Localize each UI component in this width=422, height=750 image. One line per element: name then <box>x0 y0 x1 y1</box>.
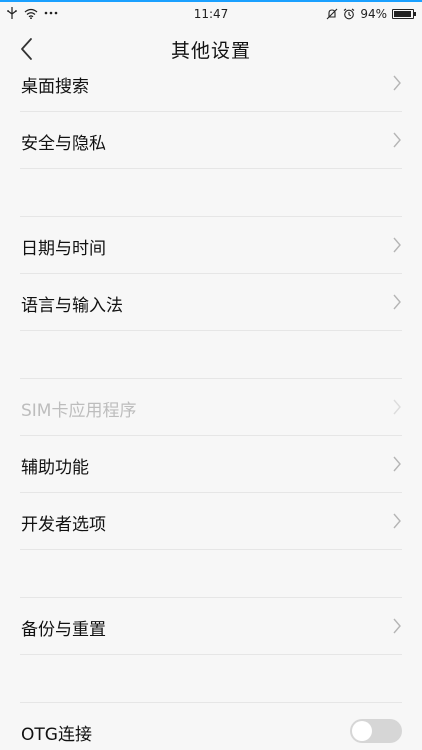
row-security-privacy[interactable]: 安全与隐私 <box>20 112 402 169</box>
row-developer-options[interactable]: 开发者选项 <box>20 493 402 550</box>
row-accessibility[interactable]: 辅助功能 <box>20 436 402 493</box>
row-backup-reset[interactable]: 备份与重置 <box>20 598 402 655</box>
row-label: 安全与隐私 <box>21 134 106 154</box>
section-gap <box>20 331 402 379</box>
battery-fill <box>394 11 411 17</box>
row-label: 辅助功能 <box>21 458 89 478</box>
row-language-input[interactable]: 语言与输入法 <box>20 274 402 331</box>
chevron-right-icon <box>393 618 401 634</box>
chevron-right-icon <box>393 294 401 310</box>
status-bar: 11:47 94% <box>0 0 422 27</box>
mute-icon <box>326 8 338 20</box>
row-label: SIM卡应用程序 <box>21 401 137 421</box>
alarm-icon <box>343 8 355 20</box>
chevron-right-icon <box>393 132 401 148</box>
chevron-right-icon <box>393 237 401 253</box>
settings-screen: 11:47 94% 其他设置 桌面搜索 安全与隐私 日期与时间 语言与输入法 S… <box>0 0 422 750</box>
chevron-right-icon <box>393 456 401 472</box>
toggle-knob[interactable] <box>352 721 372 741</box>
row-label: 备份与重置 <box>21 620 106 640</box>
row-label: 开发者选项 <box>21 515 106 535</box>
row-otg-connection[interactable]: OTG连接 <box>20 703 402 750</box>
row-sim-apps: SIM卡应用程序 <box>20 379 402 436</box>
chevron-right-icon <box>393 399 401 415</box>
chevron-right-icon <box>393 513 401 529</box>
row-label: 语言与输入法 <box>21 296 123 316</box>
section-gap <box>20 655 402 703</box>
section-gap <box>20 169 402 217</box>
row-label: 桌面搜索 <box>21 77 89 97</box>
status-right-icons: 94% <box>326 7 416 21</box>
row-label: OTG连接 <box>21 725 92 745</box>
settings-list: 桌面搜索 安全与隐私 日期与时间 语言与输入法 SIM卡应用程序 辅助功能 开发… <box>0 55 422 750</box>
battery-percent: 94% <box>360 7 387 21</box>
row-label: 日期与时间 <box>21 239 106 259</box>
chevron-right-icon <box>393 75 401 91</box>
battery-icon <box>392 9 416 19</box>
section-gap <box>20 550 402 598</box>
row-date-time[interactable]: 日期与时间 <box>20 217 402 274</box>
otg-toggle[interactable] <box>350 719 402 743</box>
row-desktop-search[interactable]: 桌面搜索 <box>20 55 402 112</box>
